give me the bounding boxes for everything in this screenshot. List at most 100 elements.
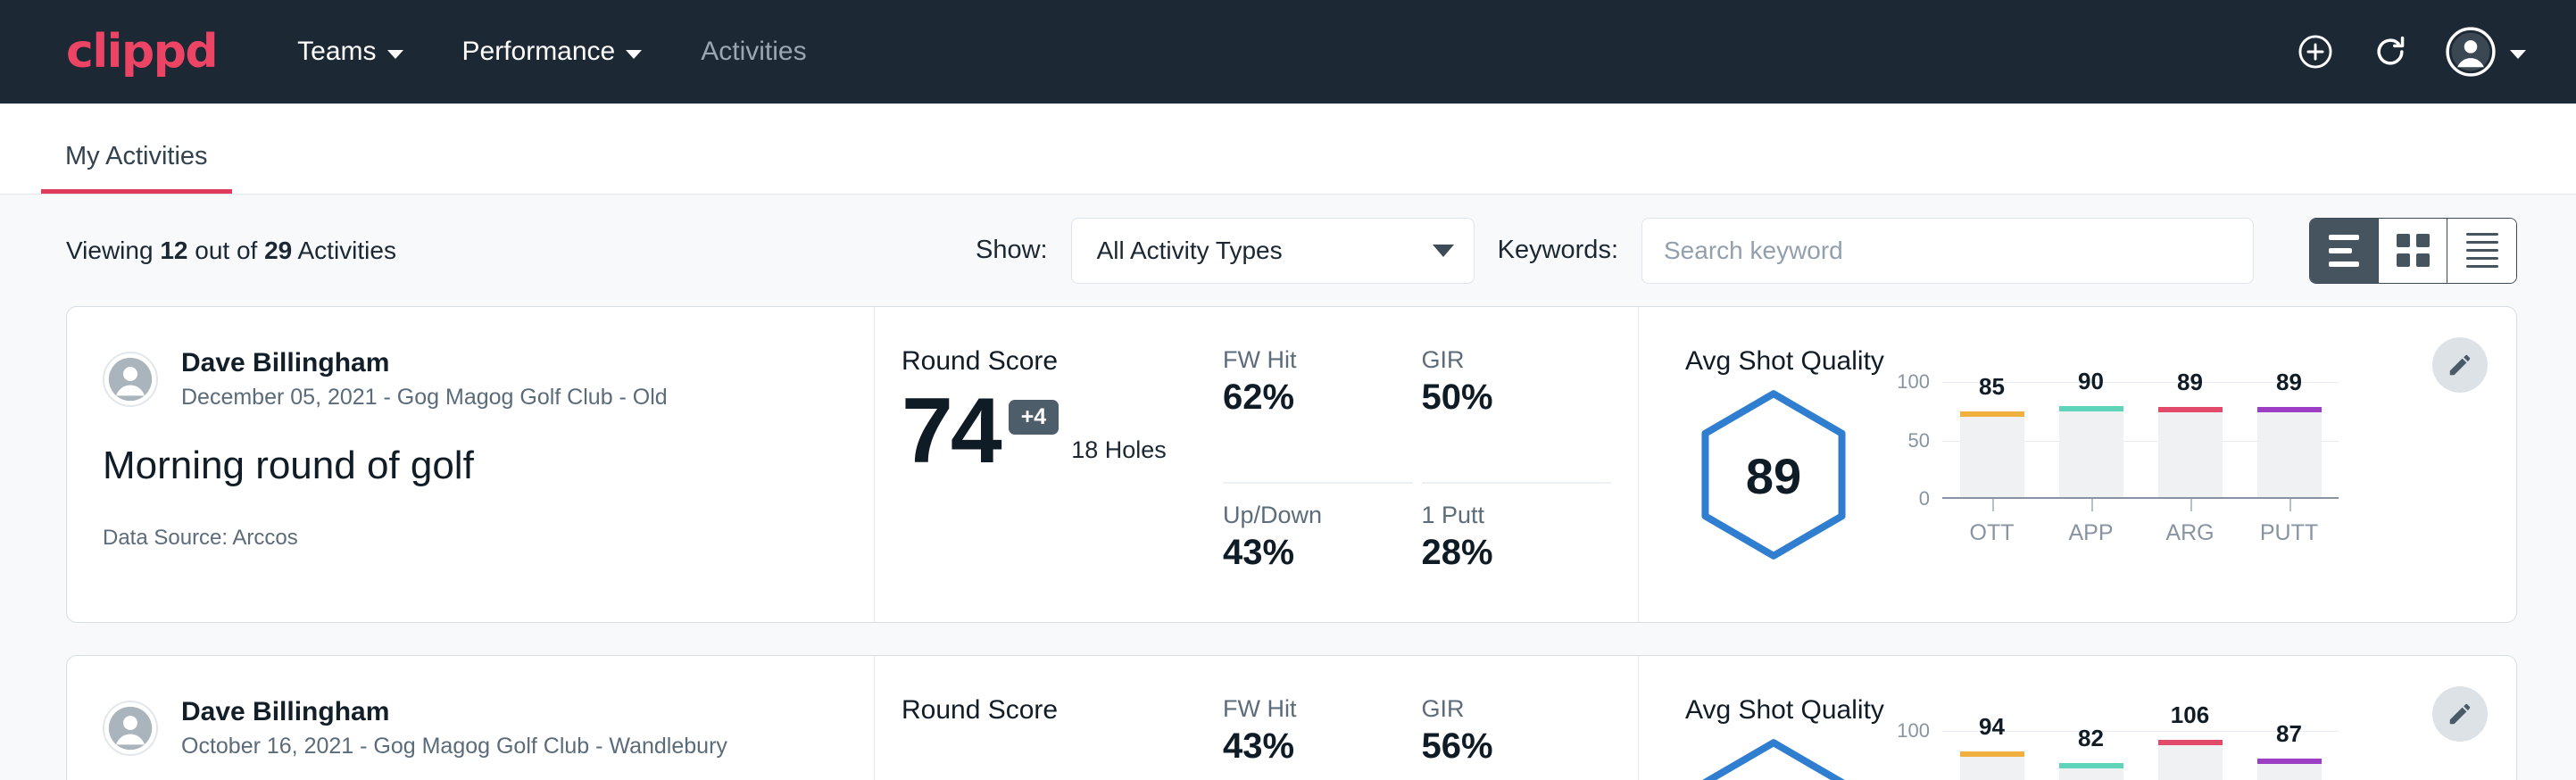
activity-card-list: Dave Billingham December 05, 2021 - Gog … — [0, 306, 2576, 780]
chart-bar-arg: 89 — [2140, 382, 2239, 497]
activity-person-name: Dave Billingham — [181, 346, 668, 380]
activity-stats-grid: FW Hit 43% GIR 56% — [1223, 656, 1639, 780]
pencil-icon — [2447, 701, 2473, 727]
app-logo[interactable]: clippd — [66, 25, 217, 79]
view-mode-list-button[interactable] — [2310, 219, 2379, 283]
chart-bar-label: 82 — [2041, 725, 2140, 752]
chart-bar-label: 87 — [2239, 720, 2339, 748]
nav-item-label: Activities — [701, 37, 806, 67]
person-icon — [104, 352, 156, 407]
activity-type-value: All Activity Types — [1097, 236, 1283, 265]
viewing-suffix: Activities — [292, 236, 396, 264]
stat-label: FW Hit — [1223, 346, 1384, 374]
x-label-ott: OTT — [1970, 520, 2015, 545]
chart-bar-label: 90 — [2041, 368, 2140, 395]
chart-bar-label: 89 — [2239, 369, 2339, 396]
round-score-column: Round Score — [875, 656, 1223, 780]
add-circle-icon[interactable] — [2296, 32, 2335, 71]
activity-person-name: Dave Billingham — [181, 695, 727, 729]
tab-bar: My Activities — [0, 104, 2576, 195]
stat-value: 50% — [1422, 378, 1583, 418]
viewing-total: 29 — [264, 236, 292, 264]
viewing-count-text: Viewing 12 out of 29 Activities — [66, 236, 396, 265]
chart-bar-label: 94 — [1942, 713, 2041, 741]
shot-quality-hexagon: 89 — [1694, 387, 1853, 567]
keywords-label: Keywords: — [1498, 236, 1618, 265]
view-mode-grid-button[interactable] — [2379, 219, 2447, 283]
shot-quality-chart: 100 50 0 85 — [1892, 382, 2339, 538]
x-label-app: APP — [2068, 520, 2113, 545]
nav-item-teams[interactable]: Teams — [294, 29, 406, 74]
stat-label: FW Hit — [1223, 695, 1384, 723]
avatar — [103, 352, 158, 407]
shot-quality-value: 89 — [1694, 447, 1853, 505]
edit-activity-button[interactable] — [2432, 337, 2488, 393]
x-label-arg: ARG — [2165, 520, 2214, 545]
filter-controls: Show: All Activity Types Keywords: — [976, 218, 2517, 284]
stat-gir: GIR 56% — [1422, 695, 1612, 780]
y-tick-50: 50 — [1908, 429, 1930, 452]
search-input[interactable] — [1641, 218, 2254, 284]
nav-right-actions — [2296, 27, 2526, 77]
chart-x-axis: OTT APP ARG PUTT — [1942, 499, 2339, 546]
viewing-prefix: Viewing — [66, 236, 160, 264]
account-menu[interactable] — [2446, 27, 2526, 77]
activity-person-row: Dave Billingham October 16, 2021 - Gog M… — [103, 695, 838, 762]
stat-label: GIR — [1422, 695, 1583, 723]
chart-bar-label: 85 — [1942, 373, 2041, 401]
person-icon — [104, 701, 156, 756]
chart-bar-app: 90 — [2041, 382, 2140, 497]
chevron-down-icon — [387, 50, 403, 59]
shot-quality-column: Avg Shot Quality 100 50 0 — [1639, 656, 2516, 780]
nav-item-activities[interactable]: Activities — [697, 29, 810, 74]
stat-value: 56% — [1422, 726, 1583, 767]
round-score-value: 74 — [902, 389, 1000, 475]
data-source-value: Arccos — [232, 526, 297, 550]
chart-bars: 85 90 89 — [1942, 382, 2339, 497]
activity-type-select[interactable]: All Activity Types — [1071, 218, 1475, 284]
activity-card[interactable]: Dave Billingham October 16, 2021 - Gog M… — [66, 655, 2517, 780]
chevron-down-icon — [626, 50, 642, 59]
round-holes: 18 Holes — [1071, 436, 1167, 475]
activity-stats-grid: FW Hit 62% GIR 50% Up/Down 43% 1 Putt 28… — [1223, 307, 1639, 622]
filter-toolbar: Viewing 12 out of 29 Activities Show: Al… — [0, 195, 2576, 306]
y-tick-0: 0 — [1919, 487, 1930, 510]
data-source-label: Data Source: — [103, 526, 232, 550]
edit-activity-button[interactable] — [2432, 686, 2488, 742]
stat-label: 1 Putt — [1422, 502, 1583, 529]
stat-gir: GIR 50% — [1422, 346, 1612, 484]
round-score-row: 74 +4 18 Holes — [902, 389, 1223, 475]
chart-y-axis: 100 50 0 — [1892, 382, 1939, 499]
view-mode-compact-button[interactable] — [2447, 219, 2516, 283]
viewing-count: 12 — [160, 236, 187, 264]
show-label: Show: — [976, 236, 1048, 265]
top-navigation-bar: clippd Teams Performance Activities — [0, 0, 2576, 104]
round-score-column: Round Score 74 +4 18 Holes — [875, 307, 1223, 622]
nav-item-performance[interactable]: Performance — [459, 29, 646, 74]
round-score-badge: +4 — [1009, 400, 1059, 435]
account-avatar-icon — [2446, 27, 2496, 77]
stat-value: 62% — [1223, 378, 1384, 418]
stat-up-down: Up/Down 43% — [1223, 484, 1413, 623]
refresh-icon[interactable] — [2371, 32, 2410, 71]
chart-y-axis: 100 50 0 — [1892, 731, 1939, 780]
activity-card[interactable]: Dave Billingham December 05, 2021 - Gog … — [66, 306, 2517, 623]
activity-meta: October 16, 2021 - Gog Magog Golf Club -… — [181, 731, 727, 762]
tab-my-activities[interactable]: My Activities — [41, 142, 232, 194]
chevron-down-icon — [2510, 50, 2526, 59]
stat-label: GIR — [1422, 346, 1583, 374]
chart-bar-label: 89 — [2140, 369, 2239, 396]
activity-person-row: Dave Billingham December 05, 2021 - Gog … — [103, 346, 838, 413]
avg-shot-quality-label: Avg Shot Quality — [1685, 695, 2516, 726]
hexagon-icon — [1694, 736, 1853, 780]
nav-item-label: Performance — [462, 37, 616, 67]
chart-bar-putt: 87 — [2239, 731, 2339, 780]
chart-bar-arg: 106 — [2140, 731, 2239, 780]
viewing-mid: out of — [187, 236, 264, 264]
stat-value: 28% — [1422, 533, 1583, 573]
primary-nav: Teams Performance Activities — [294, 29, 810, 74]
avatar — [103, 701, 158, 756]
activity-info-column: Dave Billingham October 16, 2021 - Gog M… — [67, 656, 875, 780]
chart-bar-ott: 94 — [1942, 731, 2041, 780]
activity-data-source: Data Source: Arccos — [103, 526, 838, 551]
